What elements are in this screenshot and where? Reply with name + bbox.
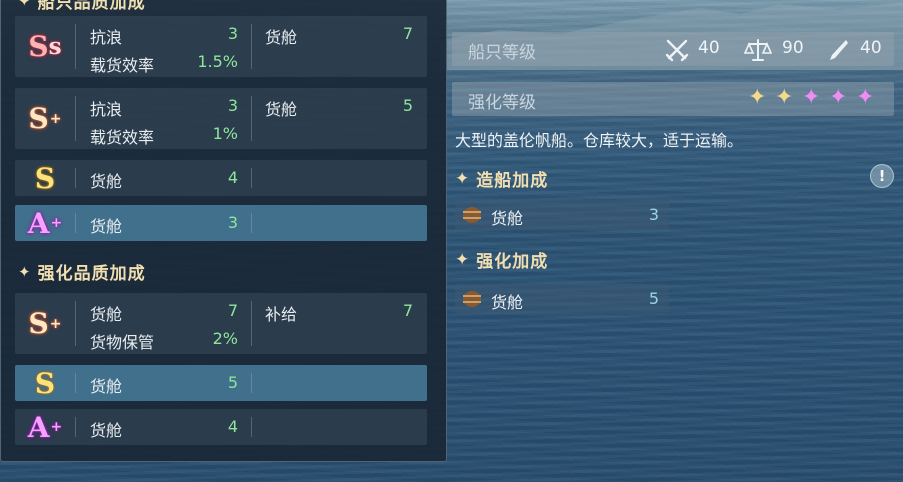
stat-label: 货物保管 — [90, 333, 155, 352]
enhance-row-a-plus[interactable]: A + 货舱 4 — [15, 409, 427, 445]
stat-label: 货舱 — [90, 172, 123, 191]
build-bonus-row: 货舱 3 — [455, 200, 669, 230]
grade-s-plus-badge: S + — [28, 102, 62, 135]
stat-label: 货舱 — [90, 217, 123, 236]
section-title: 船只品质加成 — [37, 0, 146, 13]
quality-row-a-plus[interactable]: A + 货舱 3 — [15, 205, 427, 241]
barrel-icon — [463, 291, 481, 307]
durability-value: 40 — [860, 38, 882, 58]
ship-level-label: 船只等级 — [468, 43, 536, 63]
divider — [75, 373, 76, 393]
stat-value: 7 — [402, 24, 413, 43]
divider — [75, 213, 76, 233]
divider — [251, 96, 252, 141]
stat-label: 补给 — [265, 305, 298, 324]
ship-level-bar: 船只等级 40 90 40 — [452, 32, 894, 66]
stat-value: 1.5% — [197, 52, 238, 71]
stat-label: 货舱 — [265, 28, 298, 47]
divider — [251, 213, 252, 233]
bonus-value: 5 — [648, 289, 659, 308]
stat-label: 货舱 — [90, 377, 123, 396]
enhance-bonus-title: 强化加成 — [476, 252, 549, 272]
stat-label: 载货效率 — [90, 56, 155, 75]
enhance-level-label: 强化等级 — [468, 93, 536, 113]
stat-value: 5 — [402, 96, 413, 115]
star-pink-icon: ✦ — [802, 85, 821, 110]
balance-value: 90 — [782, 38, 804, 58]
star-icon: ✦ — [18, 0, 32, 10]
divider — [75, 24, 76, 69]
stat-value: 7 — [227, 301, 238, 320]
grade-s-badge: S — [34, 366, 56, 400]
divider — [75, 96, 76, 141]
enhance-level-bar: 强化等级 ✦ ✦ ✦ ✦ ✦ — [452, 82, 894, 116]
info-button[interactable]: ! — [870, 164, 894, 188]
bonus-label: 货舱 — [491, 293, 524, 312]
divider — [75, 168, 76, 188]
stat-label: 货舱 — [90, 421, 123, 440]
quality-row-ss[interactable]: Ss 抗浪 3 载货效率 1.5% 货舱 7 — [15, 16, 427, 77]
build-bonus-header: ✦ 造船加成 — [455, 166, 549, 192]
enhance-row-s-plus[interactable]: S + 货舱 7 货物保管 2% 补给 7 — [15, 293, 427, 354]
stat-value: 4 — [227, 417, 238, 436]
divider — [75, 301, 76, 346]
divider — [251, 417, 252, 437]
stat-label: 抗浪 — [90, 28, 123, 47]
quality-row-s[interactable]: S 货舱 4 — [15, 160, 427, 196]
attack-value: 40 — [698, 38, 720, 58]
grade-a-plus-badge: A + — [27, 206, 63, 240]
star-icon: ✦ — [18, 262, 32, 281]
stat-value: 5 — [227, 373, 238, 392]
grade-a-plus-badge: A + — [27, 410, 63, 444]
stat-value: 3 — [227, 96, 238, 115]
stat-value: 2% — [212, 329, 238, 348]
pen-icon — [830, 40, 848, 60]
stat-value: 3 — [227, 213, 238, 232]
crossed-swords-icon — [665, 39, 689, 62]
stat-label: 货舱 — [265, 100, 298, 119]
balance-scale-icon — [744, 39, 772, 61]
stat-value: 1% — [212, 124, 238, 143]
quality-row-s-plus[interactable]: S + 抗浪 3 载货效率 1% 货舱 5 — [15, 88, 427, 149]
barrel-icon — [463, 207, 481, 223]
star-icon: ✦ — [455, 249, 471, 270]
star-gold-icon: ✦ — [748, 85, 767, 110]
stat-value: 4 — [227, 168, 238, 187]
grade-s-plus-badge: S + — [28, 307, 62, 340]
build-bonus-title: 造船加成 — [476, 171, 549, 191]
star-gold-icon: ✦ — [775, 85, 794, 110]
grade-s-badge: S — [34, 161, 56, 195]
divider — [251, 168, 252, 188]
enhance-row-s[interactable]: S 货舱 5 — [15, 365, 427, 401]
enhance-bonus-header: ✦ 强化加成 — [455, 247, 549, 273]
divider — [251, 301, 252, 346]
bonus-value: 3 — [648, 205, 659, 224]
section-title: 强化品质加成 — [37, 264, 146, 284]
star-pink-icon: ✦ — [829, 85, 848, 110]
divider — [251, 24, 252, 69]
ship-quality-header: ✦ 船只品质加成 — [18, 0, 146, 13]
enhance-quality-header: ✦ 强化品质加成 — [18, 259, 146, 285]
stat-label: 载货效率 — [90, 128, 155, 147]
stat-label: 货舱 — [90, 305, 123, 324]
ship-description: 大型的盖伦帆船。仓库较大，适于运输。 — [455, 131, 744, 150]
stat-value: 3 — [227, 24, 238, 43]
star-pink-icon: ✦ — [856, 85, 875, 110]
divider — [251, 373, 252, 393]
grade-ss-badge: Ss — [28, 30, 62, 63]
stat-label: 抗浪 — [90, 100, 123, 119]
star-icon: ✦ — [455, 168, 471, 189]
stat-value: 7 — [402, 301, 413, 320]
divider — [75, 417, 76, 437]
bonus-label: 货舱 — [491, 209, 524, 228]
enhance-bonus-row: 货舱 5 — [455, 284, 669, 314]
